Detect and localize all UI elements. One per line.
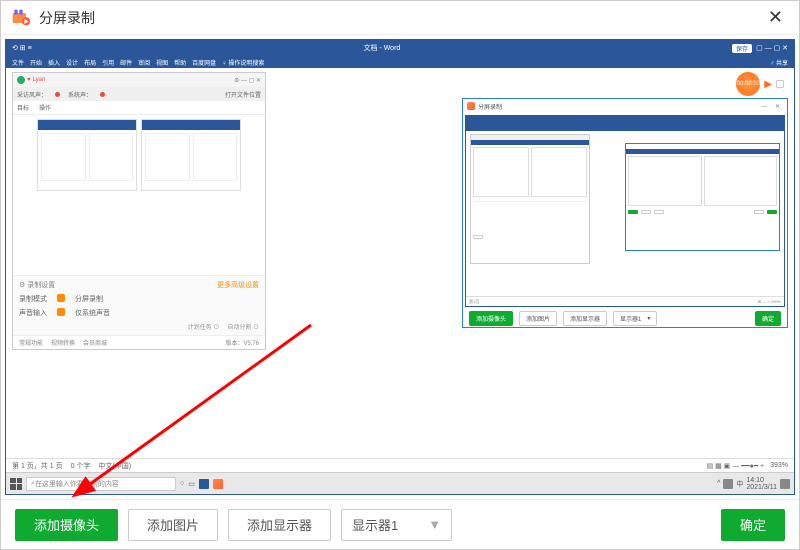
close-button[interactable]: ✕ xyxy=(762,7,789,28)
n2-add-camera[interactable]: 添加摄像头 xyxy=(469,311,513,326)
n2-confirm[interactable]: 确定 xyxy=(755,311,781,326)
nested-split-dialog: 分屏录制 — ✕ xyxy=(462,98,788,328)
app-window: 分屏录制 ✕ ⟲ ⊞ ≡ 文档 - Word 保存 ▢ — ▢ ✕ 文件 开始 … xyxy=(0,0,800,550)
ribbon-search[interactable]: ♀ 操作说明搜索 xyxy=(222,58,264,67)
word-save-button[interactable]: 保存 xyxy=(732,44,752,53)
tab-operate[interactable]: 操作 xyxy=(39,103,51,112)
word-body: 00:00:00 ▶ ♥ Lyan ⚙ — ▢ ✕ 采访风声： 系统声： 打开文… xyxy=(6,68,794,458)
mini-preview-1 xyxy=(470,134,590,264)
settings-panel: ⚙ 录制设置更多高级设置 录制模式分屏录制 声音输入仅系统声音 计划任务 ⊙自动… xyxy=(13,275,265,335)
nested-tabs[interactable]: 目标 操作 xyxy=(13,101,265,115)
window-title: 分屏录制 xyxy=(39,8,762,28)
start-button[interactable] xyxy=(10,478,22,490)
tray-notif-icon[interactable] xyxy=(780,479,790,489)
nested2-statusbar: 第1页⊞ — + 100% xyxy=(466,296,784,306)
bottom-toolbar: 添加摄像头 添加图片 添加显示器 显示器1 ▼ 确定 xyxy=(1,499,799,549)
taskview-icon[interactable]: ▭ xyxy=(188,480,195,488)
titlebar: 分屏录制 ✕ xyxy=(1,1,799,35)
add-image-button[interactable]: 添加图片 xyxy=(128,509,218,541)
ribbon-tab[interactable]: 布局 xyxy=(84,58,96,67)
add-camera-button[interactable]: 添加摄像头 xyxy=(15,509,118,541)
ribbon-tab[interactable]: 视图 xyxy=(156,58,168,67)
nested-bottom-nav[interactable]: 常规功能 视频转换 会员商城 版本：V5.76 xyxy=(13,335,265,349)
word-window: ⟲ ⊞ ≡ 文档 - Word 保存 ▢ — ▢ ✕ 文件 开始 插入 设计 布… xyxy=(5,39,795,495)
nested2-preview: 第1页⊞ — + 100% xyxy=(465,115,785,307)
ribbon-tab[interactable]: 设计 xyxy=(66,58,78,67)
ribbon-tab[interactable]: 引用 xyxy=(102,58,114,67)
taskbar-word-icon[interactable] xyxy=(199,479,209,489)
ribbon-tab[interactable]: 文件 xyxy=(12,58,24,67)
display-select-value: 显示器1 xyxy=(352,515,398,534)
app-logo-icon xyxy=(11,8,31,28)
mini-preview-2 xyxy=(625,143,780,251)
taskbar-search[interactable]: ⌕ 在这里输入你要搜索的内容 xyxy=(26,477,176,491)
user-badge[interactable]: ♥ Lyan xyxy=(17,76,45,84)
tray-icon[interactable] xyxy=(723,479,733,489)
add-display-button[interactable]: 添加显示器 xyxy=(228,509,331,541)
cortana-icon[interactable]: ○ xyxy=(180,480,184,487)
word-titlebar: ⟲ ⊞ ≡ 文档 - Word 保存 ▢ — ▢ ✕ xyxy=(6,40,794,56)
ribbon-tab[interactable]: 邮件 xyxy=(120,58,132,67)
auto-split[interactable]: 自动分割 ⊙ xyxy=(227,322,259,331)
nested-window-controls[interactable]: ⚙ — ▢ ✕ xyxy=(234,77,261,84)
display-select[interactable]: 显示器1 ▼ xyxy=(341,509,452,541)
ribbon-tab[interactable]: 百度网盘 xyxy=(192,58,216,67)
stop-icon[interactable] xyxy=(776,80,784,88)
zoom-controls[interactable]: ▤ ▦ ▣ — ━━●━ + 393% xyxy=(707,462,788,470)
n2-add-display[interactable]: 添加显示器 xyxy=(563,311,607,326)
confirm-button[interactable]: 确定 xyxy=(721,509,785,541)
version-label: 版本：V5.76 xyxy=(225,338,259,347)
n2-add-image[interactable]: 添加图片 xyxy=(519,311,557,326)
tray-up-icon[interactable]: ^ xyxy=(717,480,720,487)
nested2-bottombar: 添加摄像头 添加图片 添加显示器 显示器1▾ 确定 xyxy=(463,309,787,327)
nested2-window-controls[interactable]: — ✕ xyxy=(761,103,783,110)
word-statusbar: 第 1 页，共 1 页 0 个字 中文(中国) ▤ ▦ ▣ — ━━●━ + 3… xyxy=(6,458,794,472)
sound-icon xyxy=(57,308,65,316)
layout-thumb[interactable] xyxy=(37,119,137,191)
ribbon-tab[interactable]: 帮助 xyxy=(174,58,186,67)
mic-dot-icon xyxy=(55,92,60,97)
ribbon-share[interactable]: ♂ 共享 xyxy=(770,58,788,67)
word-autosave: ⟲ ⊞ ≡ xyxy=(12,44,32,52)
tab-target[interactable]: 目标 xyxy=(17,103,29,112)
ribbon-tab[interactable]: 审阅 xyxy=(138,58,150,67)
ribbon-tab[interactable]: 插入 xyxy=(48,58,60,67)
tray-ime[interactable]: 中 xyxy=(736,479,743,489)
windows-taskbar[interactable]: ⌕ 在这里输入你要搜索的内容 ○ ▭ ^ 中 14:102021/3/11 xyxy=(6,472,794,494)
word-window-controls[interactable]: 保存 ▢ — ▢ ✕ xyxy=(732,44,788,53)
thumbnail-area xyxy=(13,115,265,275)
nested-titlebar: ♥ Lyan ⚙ — ▢ ✕ xyxy=(13,73,265,87)
play-icon[interactable]: ▶ xyxy=(764,79,772,90)
ribbon-tab[interactable]: 开始 xyxy=(30,58,42,67)
n2-display-select[interactable]: 显示器1▾ xyxy=(613,311,657,326)
layout-thumb[interactable] xyxy=(141,119,241,191)
taskbar-recorder-icon[interactable] xyxy=(213,479,223,489)
preview-area: ⟲ ⊞ ≡ 文档 - Word 保存 ▢ — ▢ ✕ 文件 开始 插入 设计 布… xyxy=(1,35,799,499)
word-ribbon[interactable]: 文件 开始 插入 设计 布局 引用 邮件 审阅 视图 帮助 百度网盘 ♀ 操作说… xyxy=(6,56,794,68)
sys-dot-icon xyxy=(100,92,105,97)
tray-time[interactable]: 14:102021/3/11 xyxy=(746,477,777,491)
advanced-link[interactable]: 更多高级设置 xyxy=(217,280,259,290)
record-timer[interactable]: 00:00:00 xyxy=(736,72,760,96)
mode-icon xyxy=(57,294,65,302)
nested-toolbar: 采访风声： 系统声： 打开文件位置 xyxy=(13,87,265,101)
recording-widget[interactable]: 00:00:00 ▶ xyxy=(736,72,784,96)
word-title: 文档 - Word xyxy=(363,43,400,53)
nested2-titlebar: 分屏录制 — ✕ xyxy=(463,99,787,113)
plan-task[interactable]: 计划任务 ⊙ xyxy=(188,322,220,331)
nested-recorder-window: ♥ Lyan ⚙ — ▢ ✕ 采访风声： 系统声： 打开文件位置 目标 操作 xyxy=(12,72,266,350)
nested2-logo-icon xyxy=(467,102,475,110)
chevron-down-icon: ▼ xyxy=(428,517,441,532)
